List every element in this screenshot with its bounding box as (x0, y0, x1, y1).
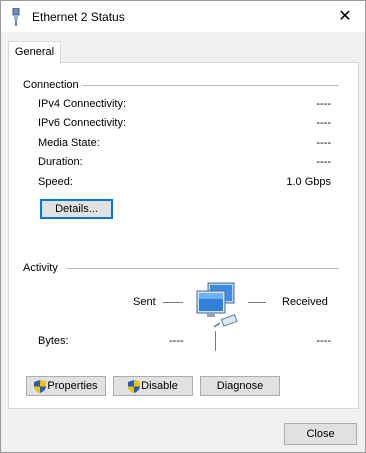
activity-divider (67, 268, 339, 269)
activity-heading: Activity (23, 262, 62, 274)
connection-divider (82, 85, 339, 86)
network-computers-icon (196, 282, 238, 328)
connection-heading: Connection (23, 79, 83, 91)
received-connector (248, 302, 266, 303)
ipv6-value: ---- (316, 117, 331, 129)
uac-shield-icon (128, 379, 141, 393)
properties-button[interactable]: Properties (26, 376, 106, 396)
close-window-button[interactable]: ✕ (331, 5, 359, 29)
title-bar: Ethernet 2 Status ✕ (1, 1, 365, 32)
details-button[interactable]: Details... (40, 199, 113, 219)
disable-label: Disable (141, 380, 178, 392)
status-dialog: Ethernet 2 Status ✕ General Connection I… (0, 0, 366, 453)
bytes-sent-value: ---- (169, 335, 184, 347)
properties-label: Properties (47, 380, 98, 392)
close-button[interactable]: Close (284, 423, 357, 445)
media-state-label: Media State: (38, 137, 100, 149)
duration-value: ---- (316, 156, 331, 168)
received-label: Received (282, 296, 328, 308)
disable-button[interactable]: Disable (113, 376, 193, 396)
ipv4-label: IPv4 Connectivity: (38, 98, 127, 110)
sent-connector (163, 302, 183, 303)
window-title: Ethernet 2 Status (32, 10, 125, 24)
activity-stem (215, 331, 216, 351)
bytes-label: Bytes: (38, 335, 69, 347)
ipv4-value: ---- (316, 98, 331, 110)
diagnose-button[interactable]: Diagnose (200, 376, 280, 396)
speed-label: Speed: (38, 176, 73, 188)
media-state-value: ---- (316, 137, 331, 149)
bytes-received-value: ---- (316, 335, 331, 347)
ipv6-label: IPv6 Connectivity: (38, 117, 127, 129)
sent-label: Sent (133, 296, 156, 308)
ethernet-plug-icon (12, 8, 20, 26)
general-panel: Connection IPv4 Connectivity: ---- IPv6 … (8, 62, 359, 409)
speed-value: 1.0 Gbps (286, 176, 331, 188)
tab-general[interactable]: General (8, 41, 61, 64)
duration-label: Duration: (38, 156, 83, 168)
uac-shield-icon (34, 379, 47, 393)
